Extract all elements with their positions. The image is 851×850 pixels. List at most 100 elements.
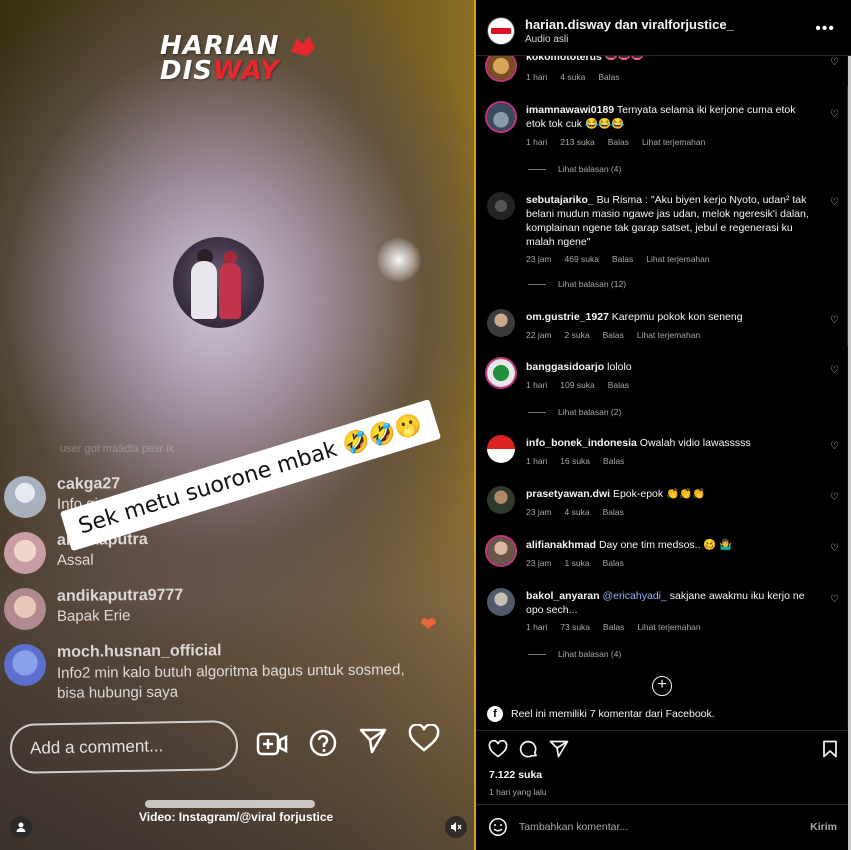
live-host-avatar xyxy=(173,237,264,328)
facebook-comments-note: f Reel ini memiliki 7 komentar dari Faceb… xyxy=(487,706,715,726)
view-replies-button[interactable]: Lihat balasan (2) xyxy=(528,407,621,417)
post-header: harian.disway dan viralforjustice_ Audio… xyxy=(476,0,851,56)
comment-username[interactable]: kokomototerus xyxy=(526,56,602,63)
commenter-avatar[interactable] xyxy=(487,103,515,131)
translate-button[interactable]: Lihat terjemahan xyxy=(642,137,705,147)
audio-link[interactable]: Audio asli xyxy=(525,34,568,45)
comment-likes[interactable]: 213 suka xyxy=(560,137,595,147)
add-comment-input[interactable]: Tambahkan komentar... xyxy=(519,821,628,833)
comment-username[interactable]: imamnawawi0189 xyxy=(526,104,614,116)
video-credit: Video: Instagram/@viral forjustice xyxy=(139,810,334,824)
view-replies-button[interactable]: Lihat balasan (4) xyxy=(528,164,621,174)
comment-username[interactable]: om.gustrie_1927 xyxy=(526,311,609,323)
likes-count[interactable]: 7.122 suka xyxy=(489,769,542,781)
home-indicator xyxy=(145,800,315,808)
user-icon xyxy=(16,822,26,832)
comment-time: 22 jam xyxy=(526,330,552,340)
heart-icon[interactable] xyxy=(488,740,508,758)
comment-like-icon[interactable]: ♡ xyxy=(830,441,839,452)
comment-likes[interactable]: 2 suka xyxy=(565,330,590,340)
reply-button[interactable]: Balas xyxy=(603,558,624,568)
comment-icon[interactable] xyxy=(519,740,538,759)
light-glare xyxy=(377,238,421,282)
comment-like-icon[interactable]: ♡ xyxy=(830,543,839,554)
load-more-plus-circle-icon[interactable]: + xyxy=(652,676,672,696)
comment-like-icon[interactable]: ♡ xyxy=(830,594,839,605)
comment-text: Epok-epok 👏👏👏 xyxy=(612,488,706,500)
comment-username[interactable]: info_bonek_indonesia xyxy=(526,437,637,449)
comment-time: 1 hari xyxy=(526,72,548,82)
posted-time: 1 hari yang lalu xyxy=(489,787,547,797)
user-tag-button[interactable] xyxy=(10,816,32,838)
commenter-avatar[interactable] xyxy=(487,537,515,565)
bookmark-icon[interactable] xyxy=(822,740,838,758)
comment-text: 👄👄👄 xyxy=(604,56,644,63)
reel-video[interactable]: HARIAN DISWAY user got maādla pesr ik ca… xyxy=(0,0,476,850)
commenter-avatar[interactable] xyxy=(487,486,515,514)
commenter-avatar[interactable] xyxy=(487,359,515,387)
comment-like-icon[interactable]: ♡ xyxy=(830,315,839,326)
comment-username[interactable]: bakol_anyaran xyxy=(526,590,600,602)
mute-button[interactable] xyxy=(445,816,467,838)
comment-likes[interactable]: 469 suka xyxy=(565,254,600,264)
add-video-icon xyxy=(256,732,288,756)
commenter-avatar[interactable] xyxy=(487,588,515,616)
comment-like-icon[interactable]: ♡ xyxy=(830,57,839,68)
live-comment-avatar xyxy=(4,532,46,574)
comment-username[interactable]: alifianakhmad xyxy=(526,539,596,551)
commenter-avatar[interactable] xyxy=(487,309,515,337)
author-names[interactable]: harian.disway dan viralforjustice_ xyxy=(525,17,734,32)
logo-mark-icon xyxy=(291,36,315,56)
comment-mention[interactable]: @ericahyadi_ xyxy=(602,590,666,602)
translate-button[interactable]: Lihat terjemahan xyxy=(637,622,700,632)
reply-button[interactable]: Balas xyxy=(612,254,633,264)
commenter-avatar[interactable] xyxy=(487,435,515,463)
live-comment: andikaputra9777 Bapak Erie xyxy=(4,586,424,642)
comment-likes[interactable]: 4 suka xyxy=(565,507,590,517)
reply-button[interactable]: Balas xyxy=(608,380,629,390)
like-heart-icon xyxy=(408,724,440,752)
comment-like-icon[interactable]: ♡ xyxy=(830,365,839,376)
comment-likes[interactable]: 16 suka xyxy=(560,456,590,466)
live-comment-avatar xyxy=(4,588,46,630)
translate-button[interactable]: Lihat terjemahan xyxy=(637,330,700,340)
reply-button[interactable]: Balas xyxy=(603,622,624,632)
reply-button[interactable]: Balas xyxy=(598,72,619,82)
share-icon[interactable] xyxy=(549,740,569,758)
comment-time: 1 hari xyxy=(526,380,548,390)
comment-time: 23 jam xyxy=(526,558,552,568)
reply-button[interactable]: Balas xyxy=(603,330,624,340)
mute-icon xyxy=(451,822,462,832)
comment-likes[interactable]: 109 suka xyxy=(560,380,595,390)
translate-button[interactable]: Lihat terjemahan xyxy=(646,254,709,264)
comment-like-icon[interactable]: ♡ xyxy=(830,109,839,120)
commenter-avatar[interactable] xyxy=(487,192,515,220)
reply-button[interactable]: Balas xyxy=(603,456,624,466)
comment-username[interactable]: sebutajariko_ xyxy=(526,194,594,206)
view-replies-button[interactable]: Lihat balasan (4) xyxy=(528,649,621,659)
comment-time: 1 hari xyxy=(526,456,548,466)
comment-likes[interactable]: 73 suka xyxy=(560,622,590,632)
comment-username[interactable]: prasetyawan.dwi xyxy=(526,488,610,500)
emoji-icon[interactable] xyxy=(488,817,508,837)
faint-caption: user got maādla pesr ik xyxy=(60,443,175,455)
commenter-avatar[interactable] xyxy=(487,56,515,80)
comment-list[interactable]: kokomototerus 👄👄👄 1 hari 4 suka Balas ♡ im… xyxy=(476,56,851,730)
reply-button[interactable]: Balas xyxy=(603,507,624,517)
more-options-icon[interactable]: ••• xyxy=(815,20,835,38)
comment-likes[interactable]: 4 suka xyxy=(560,72,585,82)
comment-username[interactable]: banggasidoarjo xyxy=(526,361,604,373)
author-avatar[interactable] xyxy=(487,17,515,45)
view-replies-button[interactable]: Lihat balasan (12) xyxy=(528,279,626,289)
question-icon xyxy=(309,729,337,757)
comment-like-icon[interactable]: ♡ xyxy=(830,492,839,503)
reply-button[interactable]: Balas xyxy=(608,137,629,147)
live-comment: andikaputra Assal xyxy=(4,530,424,586)
comment-time: 23 jam xyxy=(526,507,552,517)
post-comment-button[interactable]: Kirim xyxy=(810,821,837,833)
live-comment-avatar xyxy=(4,476,46,518)
comment-likes[interactable]: 1 suka xyxy=(565,558,590,568)
live-comment-avatar xyxy=(4,644,46,686)
comment-like-icon[interactable]: ♡ xyxy=(830,197,839,208)
comment-time: 1 hari xyxy=(526,137,548,147)
